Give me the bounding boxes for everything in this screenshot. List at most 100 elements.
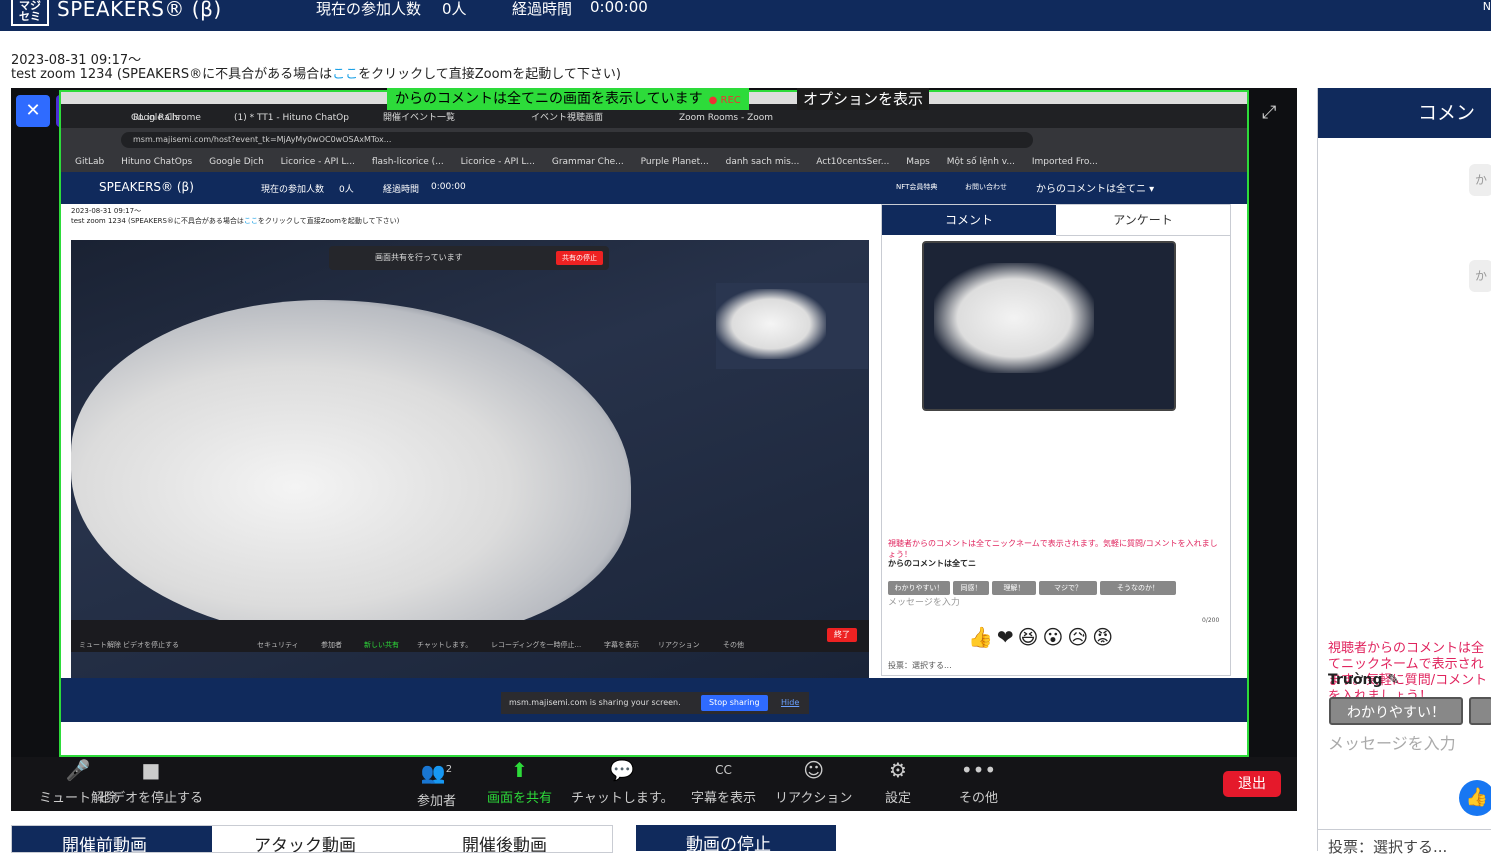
pip-frame [716, 289, 826, 359]
bookmark[interactable]: Purple Planet... [641, 157, 709, 167]
inner-share-bar: 画面共有を行っています 共有の停止 [329, 246, 609, 270]
bookmark[interactable]: flash-licorice (... [372, 157, 444, 167]
inner-tab-comment[interactable]: コメント [882, 205, 1056, 235]
options-button[interactable]: オプションを表示 [797, 88, 930, 110]
inner-reaction-button[interactable]: そうなのか！ [1100, 581, 1176, 595]
inner-message-input[interactable]: メッセージを入力 [888, 595, 960, 608]
inner-direct-link[interactable]: ここ [244, 217, 258, 225]
share-banner-text: からのコメントは全てニの画面を表示しています [395, 91, 703, 107]
inner-tab-survey[interactable]: アンケート [1056, 205, 1230, 236]
inner-char-counter: 0/200 [1202, 617, 1220, 624]
comment-bubble: か [1469, 164, 1491, 196]
video-button[interactable]: ■ ビデオを停止する [99, 757, 203, 806]
settings-button[interactable]: ⚙ 設定 [885, 757, 911, 806]
pencil-icon[interactable]: ✎ [1387, 672, 1399, 688]
chat-button[interactable]: 💬 チャットします。 [571, 757, 674, 806]
inner-url[interactable]: msm.majisemi.com/host?event_tk=MjAyMy0wO… [121, 132, 1033, 148]
direct-zoom-link[interactable]: ここ [332, 67, 358, 82]
expand-icon[interactable]: ⤢ [1262, 102, 1276, 123]
share-screen-button[interactable]: ⬆ 画面を共有 [487, 757, 552, 806]
inner-tab-zoom[interactable]: Zoom Rooms - Zoom [679, 108, 773, 128]
inner-pip-video [716, 283, 868, 369]
inner-reaction-buttons: わかりやすい！ 同感！ 理解！ マジで？ そうなのか！ [888, 575, 1179, 595]
inner-tab-rails[interactable]: RL in Rails [133, 108, 179, 128]
bookmark[interactable]: GitLab [75, 157, 104, 167]
bookmark[interactable]: Imported Fro... [1032, 157, 1098, 167]
inner-tb-item[interactable]: チャットします。 [417, 640, 472, 650]
inner-tab-events[interactable]: 開催イベント一覧 [383, 108, 455, 128]
reaction-icon: ☺ [803, 758, 825, 782]
stop-video-button[interactable]: 動画の停止 [636, 825, 836, 855]
bookmarks-bar: GitLab Hituno ChatOps Google Dịch Licori… [61, 152, 1247, 172]
inner-tb-item[interactable]: リアクション [658, 640, 700, 650]
more-label: その他 [959, 791, 999, 806]
tab-post-video[interactable]: 開催後動画 [462, 826, 547, 852]
reaction-button[interactable]: ☺ リアクション [775, 757, 852, 806]
logo[interactable]: マジ セミ [11, 0, 49, 26]
participants-button[interactable]: 👥2 参加者 [417, 757, 456, 809]
inner-tab-viewing[interactable]: イベント視聴画面 [531, 108, 603, 128]
reaction-button-understood[interactable]: わかりやすい！ [1329, 697, 1463, 725]
bookmark[interactable]: Google Dịch [209, 157, 264, 167]
bookmark[interactable]: Một số lệnh v... [947, 157, 1015, 167]
inner-reaction-button[interactable]: 同感！ [953, 581, 989, 595]
hide-link[interactable]: Hide [781, 692, 799, 714]
inner-emoji-row[interactable]: 👍❤😆😮😥😡 [968, 625, 1117, 649]
reaction-button-next[interactable] [1469, 697, 1491, 725]
inner-vote-select[interactable]: 投票：選択する... [888, 660, 952, 671]
like-icon[interactable]: 👍 [1459, 780, 1491, 816]
message-input[interactable]: メッセージを入力 [1328, 730, 1456, 754]
bookmark[interactable]: Grammar Che... [552, 157, 624, 167]
tab-attack-video[interactable]: アタック動画 [254, 826, 356, 852]
inner-panel-hint: 視聴者からのコメントは全てニックネームで表示されます。気軽に質問/コメントを入れ… [888, 539, 1218, 559]
thumb-frame [934, 263, 1094, 373]
participants-badge: 2 [445, 764, 453, 775]
inner-nav-user[interactable]: からのコメントは全てニ ▾ [1036, 180, 1154, 195]
nickname[interactable]: Trường ✎ [1328, 672, 1399, 688]
inner-zoom-toolbar: ミュート解除 ビデオを停止する セキュリティ 参加者 新しい共有 チャットします… [71, 620, 869, 652]
bookmark[interactable]: Licorice - API L... [461, 157, 535, 167]
bookmark[interactable]: Licorice - API L... [281, 157, 355, 167]
fullscreen-icon[interactable]: ✕ [16, 95, 50, 127]
comment-tab[interactable]: コメント [1318, 88, 1491, 174]
chat-label: チャットします。 [571, 791, 674, 806]
participants-count: 0人 [442, 0, 467, 18]
inner-end-button[interactable]: 終了 [827, 628, 857, 642]
stop-sharing-button[interactable]: Stop sharing [701, 695, 768, 711]
bookmark[interactable]: Act10centsSer... [816, 157, 889, 167]
bookmark[interactable]: Maps [906, 157, 930, 167]
inner-tb-item[interactable]: 新しい共有 [364, 640, 399, 650]
captions-button[interactable]: CC 字幕を表示 [691, 757, 756, 806]
inner-tb-item[interactable]: 字幕を表示 [604, 640, 639, 650]
bookmark[interactable]: Hituno ChatOps [121, 157, 192, 167]
inner-tb-item[interactable]: レコーディングを一時停止... [491, 640, 581, 650]
inner-elapsed: 経過時間 [383, 185, 420, 195]
inner-tb-item[interactable]: セキュリティ [257, 640, 299, 650]
inner-panel-name[interactable]: からのコメントは全てニ [888, 558, 976, 569]
more-button[interactable]: ••• その他 [959, 757, 998, 806]
app-header: マジ セミ SPEAKERS® (β) 現在の参加人数 0人 経過時間 0:00… [0, 0, 1491, 31]
rec-indicator: ● REC [708, 95, 741, 106]
inner-title-prefix: test zoom 1234 (SPEAKERS®に不具合がある場合は [71, 217, 244, 225]
header-nav-fragment[interactable]: N [1483, 0, 1491, 13]
inner-comment-panel: コメント アンケート 視聴者からのコメントは全てニックネームで表示されます。気軽… [881, 204, 1231, 676]
inner-tb-item[interactable]: その他 [723, 640, 744, 650]
inner-nav-contact[interactable]: お問い合わせ [965, 182, 1007, 192]
inner-tab-chatops[interactable]: (1) * TT1 - Hituno ChatOp [234, 108, 349, 128]
inner-tb-item[interactable]: 参加者 [321, 640, 342, 650]
inner-tb-item[interactable]: ビデオを停止する [123, 640, 179, 650]
captions-label: 字幕を表示 [691, 791, 757, 806]
bookmark[interactable]: danh sach mis... [726, 157, 800, 167]
inner-app-header: SPEAKERS® (β) 現在の参加人数 0人 経過時間 0:00:00 NF… [61, 172, 1247, 204]
vote-select[interactable]: 投票：選択する... [1318, 829, 1491, 857]
inner-tb-item[interactable]: ミュート解除 [79, 640, 121, 650]
inner-reaction-button[interactable]: マジで？ [1039, 581, 1097, 595]
inner-reaction-button[interactable]: 理解！ [992, 581, 1036, 595]
inner-stop-share-button[interactable]: 共有の停止 [556, 251, 603, 265]
inner-nav-nft[interactable]: NFT会員特典 [896, 182, 937, 192]
tab-pre-video[interactable]: 開催前動画 [12, 826, 212, 852]
inner-participants: 現在の参加人数 [261, 185, 325, 195]
comment-bubble: か [1469, 260, 1491, 292]
inner-reaction-button[interactable]: わかりやすい！ [888, 581, 950, 595]
leave-button[interactable]: 退出 [1223, 771, 1281, 797]
